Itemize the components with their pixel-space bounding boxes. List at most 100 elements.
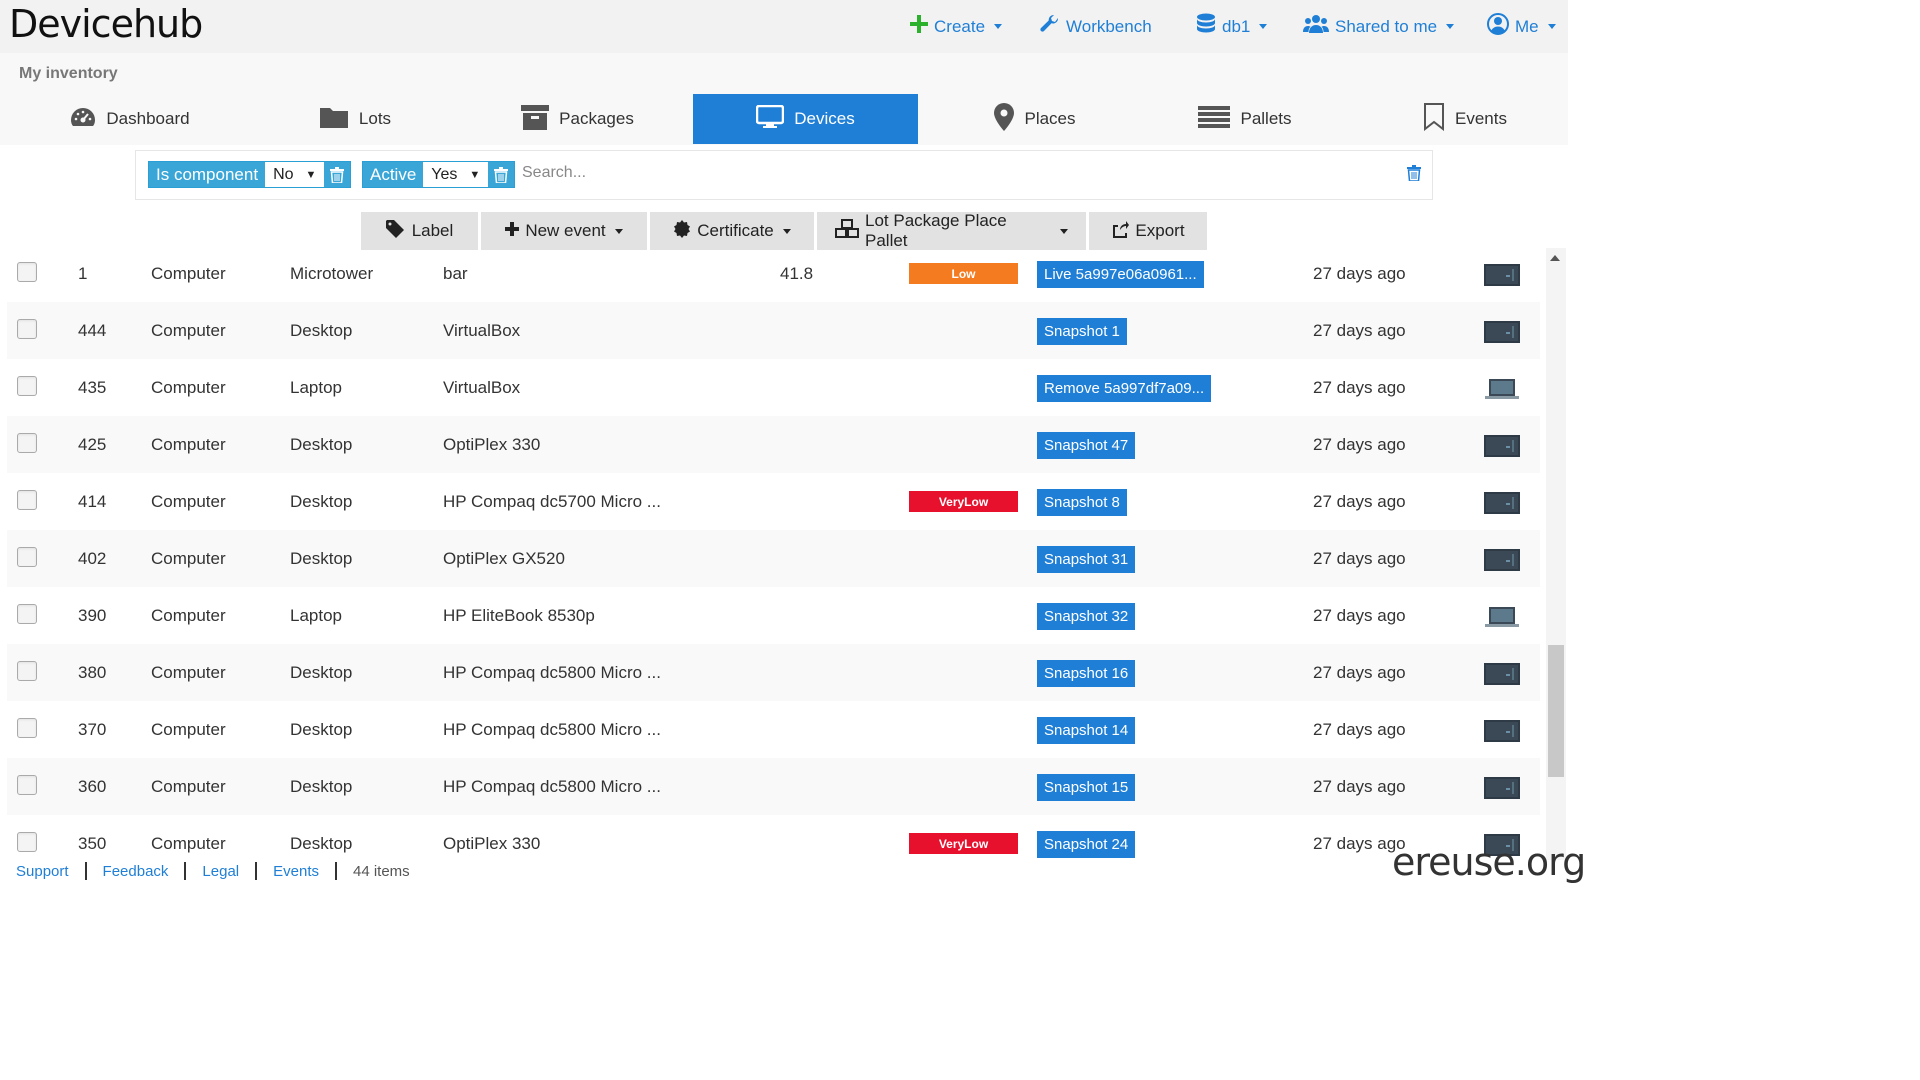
- footer-legal-link[interactable]: Legal: [186, 862, 258, 880]
- event-link-button[interactable]: Snapshot 8: [1037, 489, 1127, 516]
- device-model: OptiPlex 330: [443, 434, 541, 454]
- tab-lots[interactable]: Lots: [300, 94, 410, 144]
- page-title: My inventory: [19, 65, 118, 82]
- row-checkbox[interactable]: [17, 262, 37, 282]
- event-link-button[interactable]: Snapshot 1: [1037, 318, 1127, 345]
- event-link-button[interactable]: Snapshot 32: [1037, 603, 1136, 630]
- table-row[interactable]: 414 Computer Desktop HP Compaq dc5700 Micro…: [7, 473, 1540, 530]
- device-model: HP Compaq dc5700 Micro ...: [443, 491, 661, 511]
- desktop-icon: [1484, 321, 1520, 343]
- footer-events-link[interactable]: Events: [257, 862, 337, 880]
- database-menu[interactable]: db1: [1196, 0, 1268, 53]
- device-model: HP Compaq dc5800 Micro ...: [443, 719, 661, 739]
- bookmark-icon: [1423, 102, 1445, 136]
- scrollbar-thumb[interactable]: [1548, 645, 1564, 777]
- tab-label: Pallets: [1240, 109, 1292, 128]
- device-subtype: Desktop: [290, 548, 353, 568]
- row-checkbox[interactable]: [17, 604, 37, 624]
- row-checkbox[interactable]: [17, 661, 37, 681]
- row-checkbox[interactable]: [17, 319, 37, 339]
- plus-icon: [910, 15, 928, 38]
- event-link-button[interactable]: Snapshot 31: [1037, 546, 1136, 573]
- select-value: Yes: [431, 165, 458, 183]
- tab-packages[interactable]: Packages: [505, 94, 650, 144]
- device-id: 435: [78, 377, 107, 397]
- database-label: db1: [1222, 16, 1251, 36]
- tab-dashboard[interactable]: Dashboard: [60, 94, 200, 144]
- label-button-text: Label: [411, 221, 454, 240]
- wrench-icon: [1040, 14, 1060, 39]
- table-row[interactable]: 390 Computer Laptop HP EliteBook 8530p 27 da…: [7, 587, 1540, 644]
- is-component-select[interactable]: No ▼: [265, 162, 325, 187]
- device-id: 402: [78, 548, 107, 568]
- chevron-down-icon: [782, 228, 791, 234]
- chevron-down-icon: [1259, 24, 1268, 29]
- pallet-icon: [1198, 105, 1231, 134]
- shared-menu[interactable]: Shared to me: [1303, 0, 1455, 53]
- footer-feedback-link[interactable]: Feedback: [87, 862, 187, 880]
- row-checkbox[interactable]: [17, 832, 37, 852]
- device-type: Computer: [151, 719, 226, 739]
- device-type: Computer: [151, 434, 226, 454]
- row-checkbox[interactable]: [17, 433, 37, 453]
- clear-filters-trash-icon[interactable]: [1407, 165, 1421, 186]
- row-checkbox[interactable]: [17, 490, 37, 510]
- active-select[interactable]: Yes ▼: [423, 162, 489, 187]
- event-link-button[interactable]: Snapshot 16: [1037, 660, 1136, 687]
- app-logo[interactable]: Devicehub: [9, 2, 203, 46]
- event-link-button[interactable]: Remove 5a997df7a09...: [1037, 375, 1212, 402]
- table-row[interactable]: 370 Computer Desktop HP Compaq dc5800 Micro…: [7, 701, 1540, 758]
- table-row[interactable]: 435 Computer Laptop VirtualBox 27 days ago Re…: [7, 359, 1540, 416]
- event-link-button[interactable]: Live 5a997e06a0961...: [1037, 261, 1204, 288]
- row-checkbox[interactable]: [17, 547, 37, 567]
- chevron-down-icon: [1060, 228, 1068, 234]
- scroll-up-arrow-icon[interactable]: [1550, 255, 1560, 261]
- filter-active: Active Yes ▼: [362, 161, 516, 188]
- user-menu[interactable]: Me: [1487, 0, 1556, 53]
- folder-icon: [319, 105, 349, 134]
- chevron-down-icon: [994, 24, 1003, 29]
- laptop-icon: [1484, 606, 1520, 628]
- device-id: 370: [78, 719, 107, 739]
- device-type: Computer: [151, 263, 226, 283]
- event-link-button[interactable]: Snapshot 15: [1037, 774, 1136, 801]
- device-model: OptiPlex GX520: [443, 548, 565, 568]
- trash-icon[interactable]: [488, 162, 515, 187]
- tab-places[interactable]: Places: [985, 94, 1085, 144]
- footer-support-link[interactable]: Support: [0, 862, 87, 880]
- table-row[interactable]: 444 Computer Desktop VirtualBox 27 days ago S…: [7, 302, 1540, 359]
- table-row[interactable]: 1 Computer Microtower bar 41.8 27 days ago Low…: [7, 245, 1540, 302]
- table-row[interactable]: 380 Computer Desktop HP Compaq dc5800 Micro…: [7, 644, 1540, 701]
- tab-label: Packages: [559, 109, 634, 128]
- chevron-down-icon: [1547, 24, 1556, 29]
- tab-events[interactable]: Events: [1405, 94, 1525, 144]
- create-menu[interactable]: Create: [910, 0, 1003, 53]
- tab-pallets[interactable]: Pallets: [1190, 94, 1300, 144]
- device-subtype: Desktop: [290, 434, 353, 454]
- table-row[interactable]: 425 Computer Desktop OptiPlex 330 27 days ag…: [7, 416, 1540, 473]
- table-row[interactable]: 402 Computer Desktop OptiPlex GX520 27 days …: [7, 530, 1540, 587]
- event-link-button[interactable]: Snapshot 24: [1037, 831, 1136, 858]
- row-checkbox[interactable]: [17, 718, 37, 738]
- event-time: 27 days ago: [1313, 434, 1406, 454]
- search-input[interactable]: Search...: [522, 164, 586, 182]
- shared-label: Shared to me: [1335, 16, 1438, 36]
- device-subtype: Desktop: [290, 776, 353, 796]
- row-checkbox[interactable]: [17, 775, 37, 795]
- event-time: 27 days ago: [1313, 719, 1406, 739]
- event-link-button[interactable]: Snapshot 14: [1037, 717, 1136, 744]
- workbench-link[interactable]: Workbench: [1040, 0, 1152, 53]
- table-row[interactable]: 360 Computer Desktop HP Compaq dc5800 Micro…: [7, 758, 1540, 815]
- tab-devices[interactable]: Devices: [693, 94, 918, 144]
- device-id: 380: [78, 662, 107, 682]
- archive-box-icon: [521, 104, 550, 135]
- item-count: 44 items: [352, 862, 410, 880]
- row-checkbox[interactable]: [17, 376, 37, 396]
- trash-icon[interactable]: [324, 162, 351, 187]
- user-circle-icon: [1487, 13, 1509, 40]
- device-type: Computer: [151, 320, 226, 340]
- device-model: VirtualBox: [443, 377, 521, 397]
- cubes-icon: [835, 218, 859, 244]
- device-id: 1: [78, 263, 88, 283]
- event-link-button[interactable]: Snapshot 47: [1037, 432, 1136, 459]
